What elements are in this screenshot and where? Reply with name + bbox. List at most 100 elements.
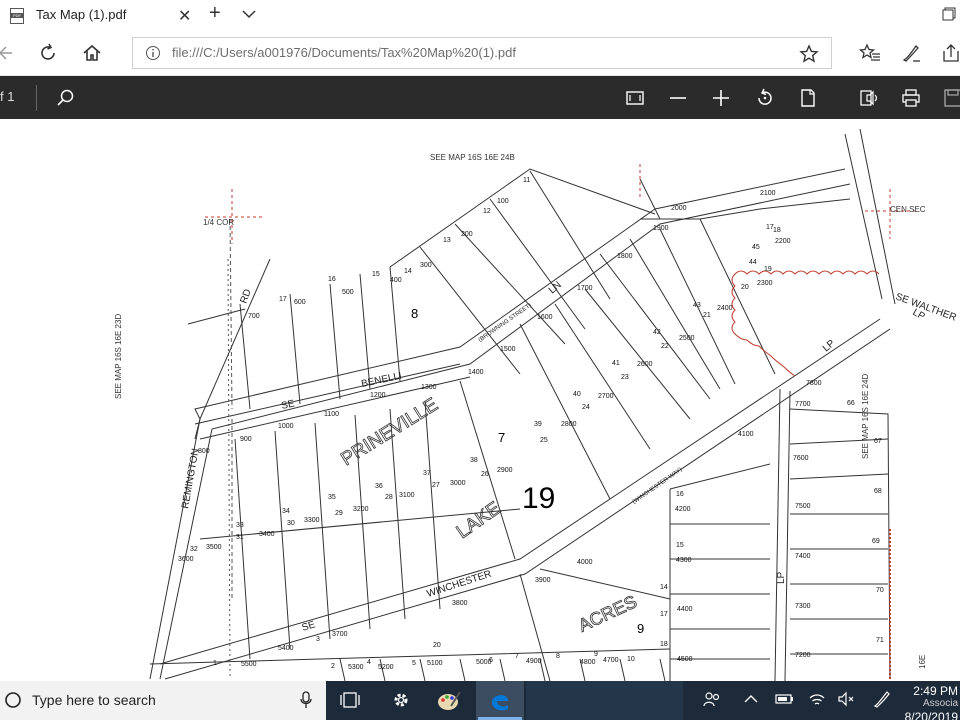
lot-label: 300 (420, 262, 432, 269)
lot-label: 26 (481, 471, 489, 478)
quarter-corner-label: 1/4 COR (203, 218, 234, 227)
navigation-bar: file:///C:/Users/a001976/Documents/Tax%2… (0, 32, 960, 76)
edge-browser-icon[interactable] (489, 690, 511, 712)
lot-label: 16 (676, 491, 684, 498)
lot-label: 7800 (806, 380, 822, 387)
info-icon[interactable] (145, 45, 161, 61)
lot-label: 1600 (537, 314, 553, 321)
street-winchester: WINCHESTER (426, 569, 493, 600)
page-view-icon[interactable] (798, 88, 818, 108)
chevron-up-icon[interactable] (744, 690, 758, 708)
lot-label: 7600 (793, 455, 809, 462)
lot-label: 42 (653, 329, 661, 336)
clock-assoc: Associa (922, 698, 958, 709)
pdf-file-icon: PDF (10, 8, 24, 24)
clock-time: 2:49 PM (913, 684, 958, 698)
right-map-ref: SEE MAP 16S 16E 24D (861, 374, 870, 459)
lot-label: 38 (470, 457, 478, 464)
section-number: 19 (522, 482, 555, 515)
tab-title: Tax Map (1).pdf (36, 7, 127, 22)
lot-label: 1500 (500, 346, 516, 353)
lot-label: 8 (556, 653, 560, 660)
lot-label: 20 (433, 642, 441, 649)
microphone-icon[interactable] (300, 691, 312, 709)
lot-label: 1400 (468, 369, 484, 376)
lot-label: 3700 (332, 631, 348, 638)
zoom-out-icon[interactable] (668, 88, 688, 108)
rotate-icon[interactable] (755, 88, 775, 108)
paint-palette-icon[interactable] (437, 690, 461, 712)
taskbar-app-slot[interactable] (526, 681, 683, 720)
street-lp-2: LP (776, 571, 787, 584)
block-9-label: 9 (637, 621, 644, 636)
battery-icon[interactable] (775, 690, 795, 708)
center-section-label: CEN SEC (890, 205, 926, 214)
street-benelli-se: SE (280, 398, 296, 412)
tab-tax-map[interactable]: PDF Tax Map (1).pdf ✕ (0, 0, 200, 32)
clock-date: 8/20/2019 (904, 710, 958, 724)
lot-label: 9 (594, 651, 598, 658)
read-aloud-icon[interactable] (859, 88, 881, 108)
refresh-icon[interactable] (38, 43, 58, 63)
address-bar[interactable]: file:///C:/Users/a001976/Documents/Tax%2… (132, 37, 832, 69)
new-tab-icon[interactable]: + (209, 2, 221, 25)
people-icon[interactable] (703, 690, 721, 708)
lot-label: 40 (573, 391, 581, 398)
pen-workspace-icon[interactable] (873, 690, 891, 708)
back-arrow-icon[interactable] (0, 43, 14, 63)
lot-label: 3800 (452, 600, 468, 607)
lot-label: 2700 (598, 393, 614, 400)
lot-label: 45 (752, 244, 760, 251)
lot-label: 15 (372, 271, 380, 278)
favorite-star-icon[interactable] (799, 44, 819, 64)
taskbar-search-box[interactable]: Type here to search (0, 681, 326, 720)
lot-label: 44 (749, 259, 757, 266)
volume-muted-icon[interactable] (837, 690, 855, 708)
system-clock[interactable]: 2:49 PM Associa 8/20/2019 (905, 683, 958, 725)
lot-label: 900 (240, 436, 252, 443)
close-tab-icon[interactable]: ✕ (178, 6, 191, 26)
street-walther: SE WALTHER (894, 291, 958, 323)
fit-page-icon[interactable] (625, 88, 645, 108)
task-view-icon[interactable] (340, 690, 360, 710)
lot-label: 14 (404, 268, 412, 275)
lot-label: 4000 (577, 559, 593, 566)
lot-label: 12 (483, 208, 491, 215)
lot-label: 1800 (617, 253, 633, 260)
lot-label: 28 (385, 494, 393, 501)
lot-label: 68 (874, 488, 882, 495)
left-map-ref: SEE MAP 16S 16E 23D (114, 314, 123, 399)
lot-label: 1000 (278, 423, 294, 430)
share-icon[interactable] (942, 43, 960, 63)
lot-label: 14 (660, 584, 668, 591)
search-icon[interactable] (56, 88, 76, 108)
zoom-in-icon[interactable] (711, 88, 731, 108)
lot-label: 7400 (795, 553, 811, 560)
lot-label: 22 (661, 343, 669, 350)
lot-label: 27 (432, 482, 440, 489)
lot-label: 33 (236, 522, 244, 529)
lot-label: 5000 (476, 659, 492, 666)
favorites-list-icon[interactable] (859, 43, 881, 63)
pdf-document-view[interactable]: SEE MAP 16S 16E 24B SEE MAP 16S 16E 23D … (0, 119, 960, 681)
save-icon[interactable] (944, 88, 960, 108)
lot-label: 7500 (795, 503, 811, 510)
lot-label: 400 (390, 277, 402, 284)
lot-label: 71 (876, 637, 884, 644)
chevron-down-icon[interactable] (241, 6, 257, 22)
lot-label: 7200 (795, 652, 811, 659)
lot-label: 2400 (717, 305, 733, 312)
print-icon[interactable] (901, 88, 921, 108)
pen-annotate-icon[interactable] (901, 43, 921, 63)
lot-label: 500 (342, 289, 354, 296)
lot-label: 4800 (580, 659, 596, 666)
subdivision-acres: ACRES (575, 591, 640, 635)
lot-label: 43 (693, 302, 701, 309)
lot-label: 5500 (241, 661, 257, 668)
home-icon[interactable] (82, 43, 102, 63)
settings-gear-icon[interactable] (391, 690, 411, 710)
lot-label: 25 (540, 437, 548, 444)
lot-label: 600 (294, 299, 306, 306)
restore-window-icon[interactable] (942, 7, 956, 21)
wifi-icon[interactable] (808, 690, 826, 708)
